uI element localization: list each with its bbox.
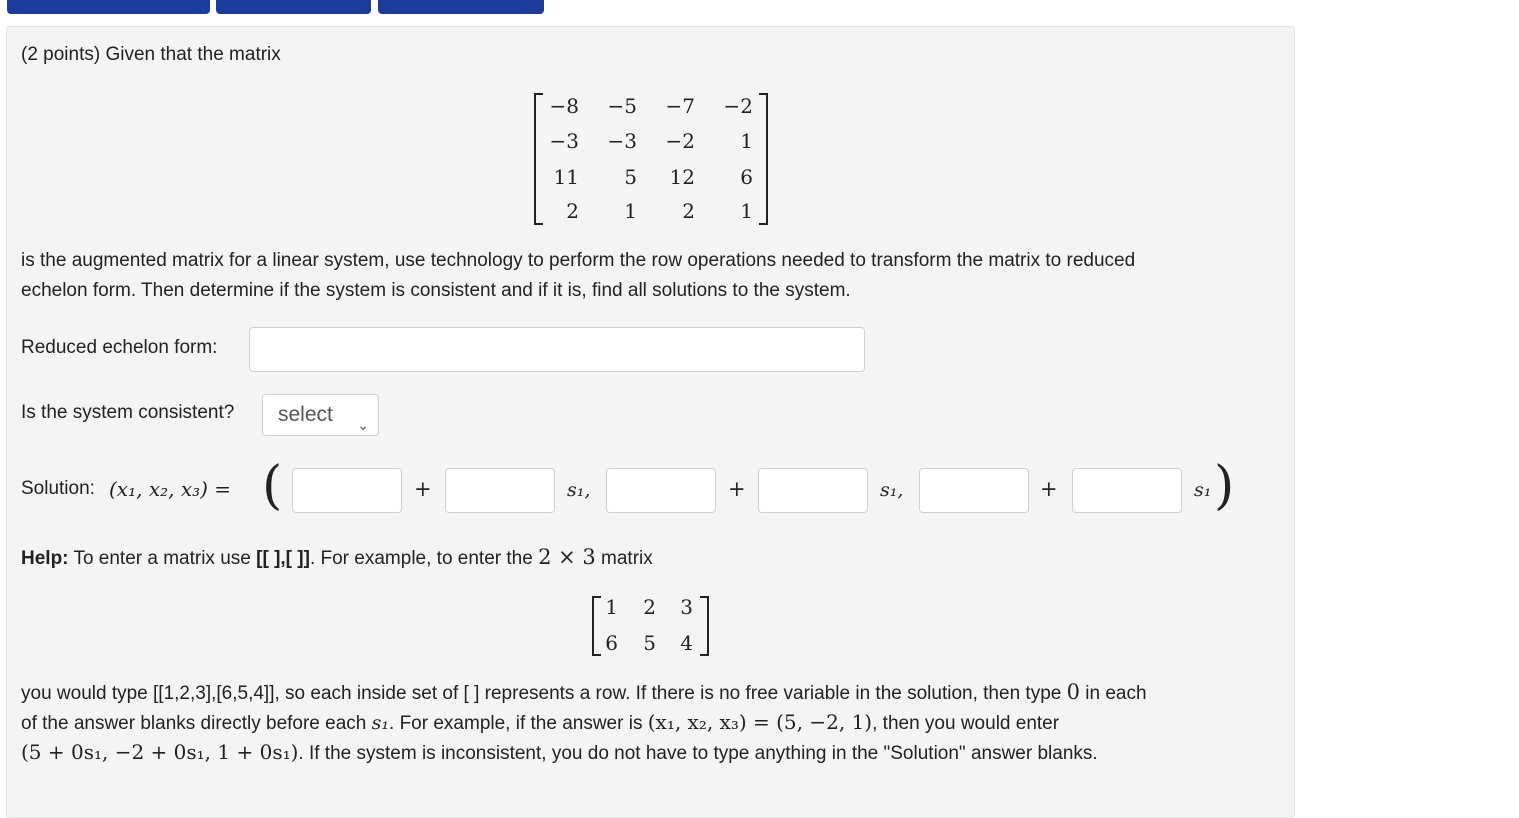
help-dims: 2 × 3: [538, 545, 596, 569]
consistent-label: Is the system consistent?: [21, 402, 235, 423]
matrix-cell: 1: [624, 199, 637, 223]
chevron-down-icon: ⌄: [357, 417, 369, 433]
help-paragraph-line2: of the answer blanks directly before eac…: [21, 707, 1059, 739]
help-text: matrix: [601, 548, 653, 569]
solution-label: Solution:: [21, 478, 95, 499]
help-paragraph-line1: you would type [[1,2,3],[6,5,4]], so eac…: [21, 677, 1147, 709]
reduced-echelon-input[interactable]: [249, 327, 865, 372]
matrix-cell: 1: [740, 199, 753, 223]
example-cell: 4: [680, 631, 693, 655]
example-cell: 6: [605, 631, 618, 655]
s1-variable: s₁,: [567, 479, 591, 501]
help-text: , then you would enter: [872, 713, 1060, 734]
help-example-entry: (5 + 0s₁, −2 + 0s₁, 1 + 0s₁): [21, 740, 299, 764]
matrix-cell: 12: [669, 165, 695, 189]
solution-x2-constant-input[interactable]: [606, 468, 716, 513]
help-text: . If the system is inconsistent, you do …: [298, 743, 1098, 764]
plus-sign: +: [1040, 477, 1058, 501]
consistent-select[interactable]: select ⌄: [262, 394, 379, 436]
matrix-cell: −2: [665, 129, 695, 153]
matrix-cell: −3: [607, 129, 637, 153]
s1-variable: s₁: [1194, 479, 1212, 501]
solution-x1-constant-input[interactable]: [292, 468, 402, 513]
help-text: you would type [[1,2,3],[6,5,4]], so eac…: [21, 683, 1062, 704]
consistent-select-value: select: [278, 403, 333, 426]
help-text: . For example, if the answer is: [389, 713, 643, 734]
help-line: Help: To enter a matrix use [[ ],[ ]]. F…: [21, 542, 653, 574]
matrix-cell: −2: [723, 94, 753, 118]
matrix-cell: 11: [553, 165, 579, 189]
help-text: of the answer blanks directly before eac…: [21, 713, 367, 734]
example-cell: 1: [605, 595, 618, 619]
question-description-line1: is the augmented matrix for a linear sys…: [21, 250, 1136, 271]
solution-x3-constant-input[interactable]: [919, 468, 1029, 513]
help-paragraph-line3: (5 + 0s₁, −2 + 0s₁, 1 + 0s₁). If the sys…: [21, 737, 1098, 769]
help-zero: 0: [1066, 680, 1080, 704]
solution-open-paren: (: [262, 456, 283, 516]
matrix-cell: −3: [549, 129, 579, 153]
question-intro: (2 points) Given that the matrix: [21, 44, 281, 65]
reduced-echelon-label: Reduced echelon form:: [21, 337, 218, 358]
matrix-cell: −8: [549, 94, 579, 118]
s1-variable: s₁,: [880, 479, 904, 501]
matrix-cell: −5: [607, 94, 637, 118]
help-text: . For example, to enter the: [309, 548, 533, 569]
example-cell: 3: [680, 595, 693, 619]
solution-x2-s1-coef-input[interactable]: [758, 468, 868, 513]
matrix-cell: 2: [566, 199, 579, 223]
solution-x3-s1-coef-input[interactable]: [1072, 468, 1182, 513]
solution-x1-s1-coef-input[interactable]: [445, 468, 555, 513]
help-syntax: [[ ],[ ]]: [256, 548, 310, 569]
nav-button-3[interactable]: [378, 0, 544, 14]
solution-close-paren: ): [1214, 456, 1235, 516]
matrix-cell: −7: [665, 94, 695, 118]
help-s1: s₁: [371, 712, 390, 734]
example-cell: 2: [643, 595, 656, 619]
nav-button-2[interactable]: [216, 0, 371, 14]
matrix-right-bracket: [759, 93, 768, 225]
example-cell: 5: [643, 631, 656, 655]
help-example-equation: (x₁, x₂, x₃) = (5, −2, 1): [647, 710, 873, 734]
solution-lhs: (x₁, x₂, x₃) =: [109, 477, 232, 501]
matrix-cell: 2: [682, 199, 695, 223]
matrix-cell: 6: [740, 165, 753, 189]
help-text: To enter a matrix use: [73, 548, 251, 569]
matrix-cell: 1: [740, 129, 753, 153]
question-description-line2: echelon form. Then determine if the syst…: [21, 280, 851, 301]
help-text: in each: [1085, 683, 1147, 704]
example-right-bracket: [700, 596, 709, 656]
nav-button-1[interactable]: [7, 0, 210, 14]
plus-sign: +: [728, 477, 746, 501]
matrix-cell: 5: [624, 165, 637, 189]
plus-sign: +: [414, 477, 432, 501]
help-label: Help:: [21, 548, 69, 569]
